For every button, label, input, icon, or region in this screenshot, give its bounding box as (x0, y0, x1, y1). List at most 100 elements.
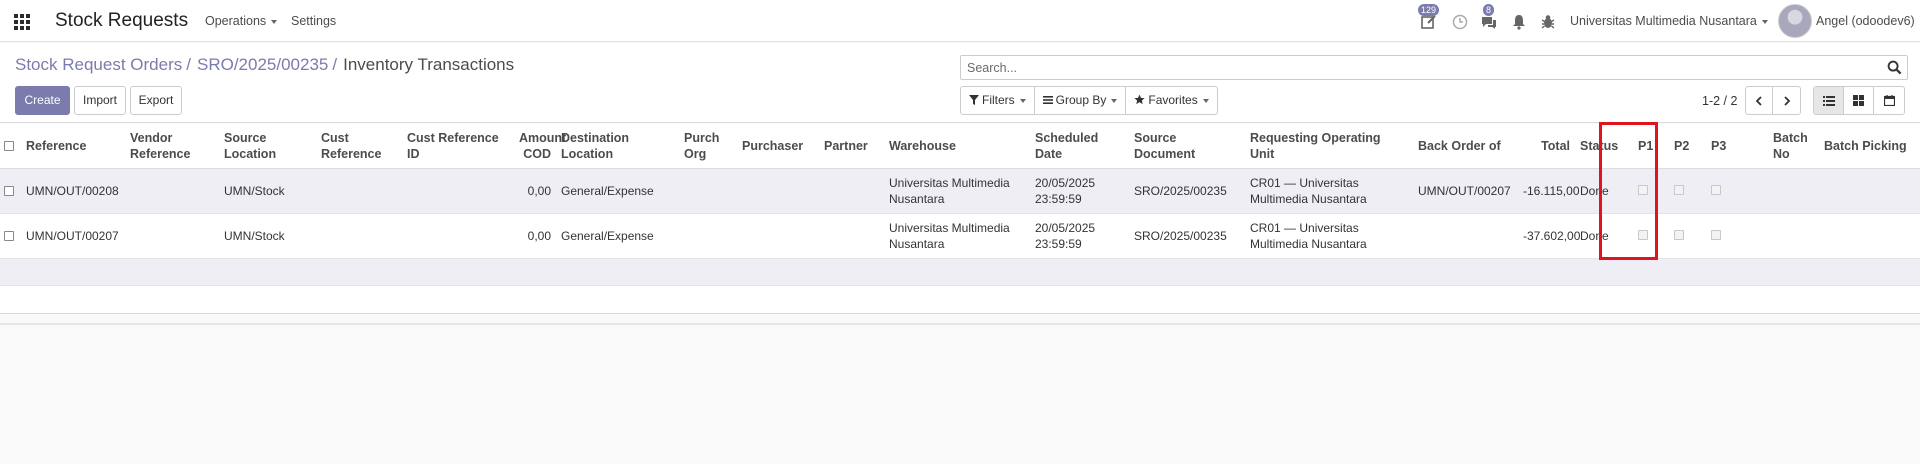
empty-row (0, 258, 1920, 286)
clock-icon[interactable] (1451, 13, 1469, 31)
cell-batch-picking (1820, 213, 1920, 259)
cell-total: -37.602,00 (1519, 213, 1580, 259)
group-by-dropdown[interactable]: Group By (1035, 87, 1127, 114)
pager-previous-button[interactable] (1746, 87, 1773, 114)
col-vendor-reference[interactable]: Vendor Reference (126, 124, 220, 169)
pager-buttons (1745, 86, 1801, 115)
col-reference[interactable]: Reference (22, 124, 126, 169)
breadcrumb-sro[interactable]: SRO/2025/00235 (197, 55, 328, 74)
pager-value[interactable]: 1-2 / 2 (1702, 94, 1737, 108)
apps-menu-icon[interactable] (14, 14, 30, 30)
cell-scheduled-date: 20/05/2025 23:59:59 (1031, 168, 1130, 214)
cell-destination-location: General/Expense (557, 213, 680, 259)
search-box (960, 55, 1908, 80)
col-warehouse[interactable]: Warehouse (885, 124, 1031, 169)
app-title[interactable]: Stock Requests (55, 10, 188, 32)
breadcrumb: Stock Request Orders / SRO/2025/00235/Inve… (15, 55, 514, 75)
col-requesting-unit[interactable]: Requesting Operating Unit (1246, 124, 1414, 169)
menu-settings[interactable]: Settings (291, 14, 336, 28)
p2-checkbox (1674, 184, 1684, 195)
company-switcher[interactable]: Universitas Multimedia Nusantara (1570, 14, 1768, 28)
breadcrumb-stock-request-orders[interactable]: Stock Request Orders (15, 55, 182, 74)
chevron-down-icon (1019, 98, 1026, 103)
cell-cust-reference-id (403, 168, 515, 214)
chevron-left-icon (1755, 95, 1762, 106)
breadcrumb-current: Inventory Transactions (343, 55, 515, 74)
control-panel: Stock Request Orders / SRO/2025/00235/Inve… (0, 43, 1920, 123)
col-p3[interactable]: P3 (1707, 124, 1769, 169)
col-cust-reference[interactable]: Cust Reference (317, 124, 403, 169)
favorites-dropdown[interactable]: Favorites (1126, 87, 1216, 114)
cell-p3 (1707, 213, 1769, 259)
cell-partner (820, 213, 885, 259)
cell-total: -16.115,00 (1519, 168, 1580, 214)
col-p2[interactable]: P2 (1670, 124, 1707, 169)
cell-source-location: UMN/Stock (220, 168, 317, 214)
col-cust-reference-id[interactable]: Cust Reference ID (403, 124, 515, 169)
view-switcher (1813, 86, 1905, 115)
cell-warehouse: Universitas Multimedia Nusantara (885, 168, 1031, 214)
export-button[interactable]: Export (130, 86, 182, 115)
filters-label: Filters (982, 93, 1015, 107)
col-scheduled-date[interactable]: Scheduled Date (1031, 124, 1130, 169)
top-navbar: Stock Requests Operations Settings 129 8… (0, 0, 1920, 42)
star-icon (1134, 94, 1146, 105)
filters-dropdown[interactable]: Filters (961, 87, 1035, 114)
col-source-document[interactable]: Source Document (1130, 124, 1246, 169)
chevron-down-icon (1202, 98, 1209, 103)
create-button[interactable]: Create (15, 86, 70, 115)
cell-purch-org (680, 213, 738, 259)
col-source-location[interactable]: Source Location (220, 124, 317, 169)
select-all-checkbox[interactable] (4, 141, 14, 152)
col-destination-location[interactable]: Destination Location (557, 124, 680, 169)
cell-batch-no (1769, 213, 1820, 259)
favorites-label: Favorites (1148, 93, 1198, 107)
breadcrumb-separator: / (186, 55, 191, 74)
cell-partner (820, 168, 885, 214)
cell-batch-picking (1820, 168, 1920, 214)
col-partner[interactable]: Partner (820, 124, 885, 169)
cell-back-order-of: UMN/OUT/00207 (1414, 168, 1519, 214)
cell-back-order-of (1414, 213, 1519, 259)
row-checkbox[interactable] (4, 231, 14, 242)
cell-amount-cod: 0,00 (515, 168, 557, 214)
calendar-view-button[interactable] (1874, 87, 1904, 114)
cell-reference: UMN/OUT/00208 (22, 168, 126, 214)
filter-icon (969, 95, 979, 105)
col-back-order-of[interactable]: Back Order of (1414, 124, 1519, 169)
user-menu[interactable]: Angel (odoodev6) (1816, 14, 1915, 28)
row-checkbox[interactable] (4, 186, 14, 197)
group-by-label: Group By (1055, 93, 1107, 107)
row-select-cell (0, 168, 22, 214)
col-purchaser[interactable]: Purchaser (738, 124, 820, 169)
kanban-view-button[interactable] (1844, 87, 1874, 114)
col-purch-org[interactable]: Purch Org (680, 124, 738, 169)
search-input[interactable] (961, 56, 1861, 79)
pager-next-button[interactable] (1773, 87, 1800, 114)
empty-row (0, 285, 1920, 314)
bell-icon[interactable] (1510, 13, 1528, 31)
cell-cust-reference (317, 168, 403, 214)
col-batch-no[interactable]: Batch No (1769, 124, 1820, 169)
cell-amount-cod: 0,00 (515, 213, 557, 259)
cell-p2 (1670, 213, 1707, 259)
status-column-highlight (1599, 122, 1658, 260)
cell-requesting-unit: CR01 — Universitas Multimedia Nusantara (1246, 213, 1414, 259)
list-view-button[interactable] (1814, 87, 1844, 114)
col-total[interactable]: Total (1519, 124, 1576, 169)
avatar[interactable] (1778, 4, 1812, 38)
cell-source-location: UMN/Stock (220, 213, 317, 259)
menu-operations-label: Operations (205, 14, 267, 28)
col-amount-cod[interactable]: Amount COD (515, 124, 566, 169)
cell-scheduled-date: 20/05/2025 23:59:59 (1031, 213, 1130, 259)
cell-requesting-unit: CR01 — Universitas Multimedia Nusantara (1246, 168, 1414, 214)
menu-operations[interactable]: Operations (205, 14, 278, 28)
list-icon (1822, 95, 1835, 106)
cell-purch-org (680, 168, 738, 214)
search-icon[interactable] (1887, 60, 1902, 75)
debug-bug-icon[interactable] (1539, 13, 1557, 31)
row-select-cell (0, 213, 22, 259)
cell-purchaser (738, 168, 820, 214)
import-button[interactable]: Import (74, 86, 126, 115)
col-batch-picking[interactable]: Batch Picking (1820, 124, 1920, 169)
